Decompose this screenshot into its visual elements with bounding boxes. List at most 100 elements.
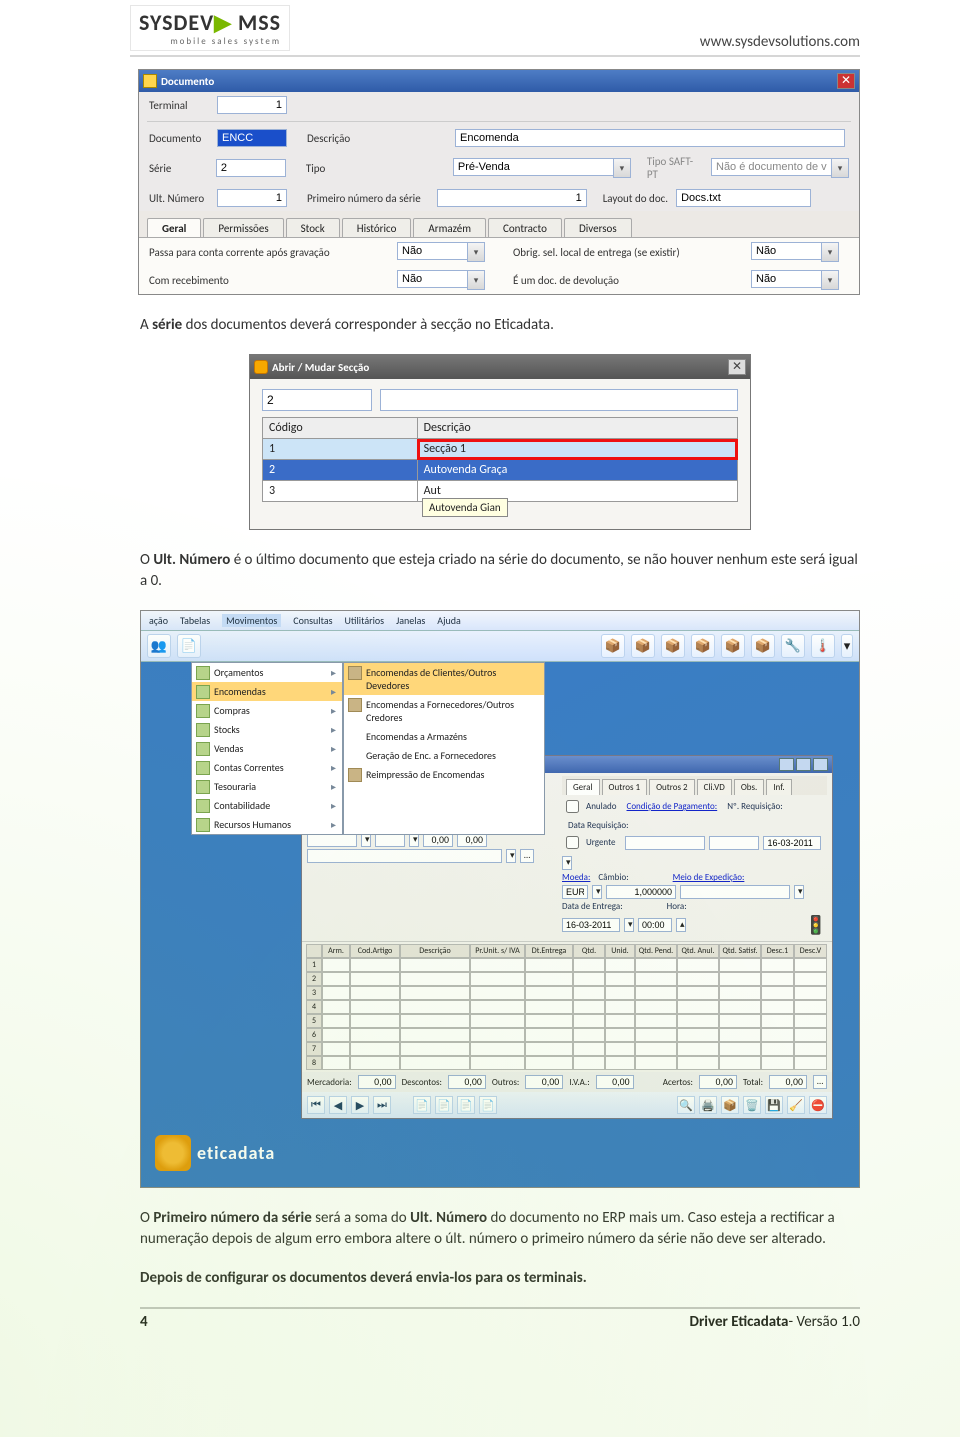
select-opt-d[interactable] [751, 270, 821, 288]
menu-item[interactable]: Reimpressão de Encomendas [344, 765, 544, 784]
input-ultnumero[interactable] [217, 189, 287, 207]
print-icon[interactable]: 🖨️ [699, 1096, 717, 1114]
chevron-down-icon[interactable]: ▾ [506, 849, 516, 863]
tab-geral[interactable]: Geral [147, 218, 201, 237]
tab-diversos[interactable]: Diversos [564, 218, 632, 237]
input-primnumero[interactable] [437, 189, 587, 207]
box-icon[interactable]: 📦 [721, 1096, 739, 1114]
menu-item[interactable]: Ajuda [437, 614, 460, 627]
chevron-down-icon[interactable]: ▾ [592, 885, 602, 899]
chevron-down-icon[interactable]: ▾ [361, 833, 371, 847]
tab-historico[interactable]: Histórico [342, 218, 412, 237]
menu-item[interactable]: ação [149, 614, 168, 627]
input-dreq[interactable] [763, 836, 821, 850]
grid-row[interactable]: 6 [306, 1028, 828, 1042]
menu-item[interactable]: Janelas [396, 614, 425, 627]
menu-item[interactable]: Movimentos [222, 614, 281, 627]
chevron-down-icon[interactable]: ▾ [562, 856, 572, 870]
grid-row[interactable]: 4 [306, 1000, 828, 1014]
menu-item[interactable]: Recursos Humanos [192, 815, 342, 834]
chevron-down-icon[interactable]: ▾ [821, 270, 839, 290]
menu-item[interactable]: Geração de Enc. a Fornecedores [344, 746, 544, 765]
toolbar-icon[interactable]: 📦 [751, 634, 775, 658]
select-opt-b[interactable] [751, 242, 821, 260]
doc-icon[interactable]: 📄 [479, 1096, 497, 1114]
input-cliente[interactable] [307, 833, 357, 847]
toolbar-icon[interactable]: 📦 [721, 634, 745, 658]
chevron-down-icon[interactable]: ▾ [467, 242, 485, 262]
checkbox-urgente[interactable] [566, 836, 579, 849]
close-icon[interactable] [813, 758, 828, 771]
grid-row[interactable]: 5 [306, 1014, 828, 1028]
toolbar-icon[interactable]: 📄 [177, 634, 201, 658]
nav-last-icon[interactable]: ⏭ [373, 1096, 391, 1114]
menu-item[interactable]: Encomendas a Fornecedores/Outros Credore… [344, 695, 544, 727]
menu-item[interactable]: Stocks [192, 720, 342, 739]
input-search-code[interactable] [262, 389, 372, 411]
menu-item[interactable]: Tesouraria [192, 777, 342, 796]
toolbar-icon[interactable]: 📦 [601, 634, 625, 658]
ellipsis-icon[interactable]: … [520, 849, 534, 863]
tab[interactable]: Obs. [734, 779, 764, 795]
tab[interactable]: Cli.VD [697, 779, 732, 795]
chevron-down-icon[interactable]: ▾ [613, 158, 631, 178]
close-icon[interactable]: ✕ [728, 359, 746, 375]
toolbar-icon[interactable]: 👥 [147, 634, 171, 658]
input-descricao[interactable] [455, 129, 845, 147]
input-moeda[interactable] [562, 885, 588, 899]
menu-item[interactable]: Contabilidade [192, 796, 342, 815]
tab[interactable]: Outros 1 [602, 779, 648, 795]
menu-item[interactable]: Encomendas [192, 682, 342, 701]
erase-icon[interactable]: 🧹 [787, 1096, 805, 1114]
tab-armazem[interactable]: Armazém [413, 218, 486, 237]
input-layout[interactable] [676, 189, 811, 207]
input-serie[interactable] [216, 159, 286, 177]
menu-item[interactable]: Consultas [293, 614, 332, 627]
toolbar-icon[interactable]: 📦 [661, 634, 685, 658]
nav-prev-icon[interactable]: ◀ [329, 1096, 347, 1114]
input-cliente-nome[interactable] [307, 849, 502, 863]
menu-item[interactable]: Vendas [192, 739, 342, 758]
ellipsis-icon[interactable]: … [813, 1075, 827, 1089]
grid-row[interactable]: 2 [306, 972, 828, 986]
chevron-down-icon[interactable]: ▾ [624, 918, 634, 932]
toolbar-icon[interactable]: 📦 [631, 634, 655, 658]
table-row[interactable]: 1Secção 1 [263, 439, 738, 460]
delete-icon[interactable]: 🗑️ [743, 1096, 761, 1114]
close-icon[interactable]: ✕ [837, 73, 855, 89]
checkbox-anulado[interactable] [566, 800, 579, 813]
table-row[interactable]: 2Autovenda Graça [263, 460, 738, 481]
select-tipo[interactable] [453, 158, 613, 176]
menu-item[interactable]: Encomendas a Armazéns [344, 727, 544, 746]
doc-icon[interactable]: 📄 [413, 1096, 431, 1114]
menu-item[interactable]: Tabelas [180, 614, 210, 627]
doc-icon[interactable]: 📄 [435, 1096, 453, 1114]
menu-item[interactable]: Orçamentos [192, 663, 342, 682]
input-desc[interactable] [423, 833, 453, 847]
input-hora[interactable] [638, 918, 672, 932]
tab[interactable]: Inf. [766, 779, 791, 795]
grid-row[interactable]: 1 [306, 958, 828, 972]
input-search-desc[interactable] [380, 389, 738, 411]
tab[interactable]: Geral [566, 779, 600, 795]
input-entrega[interactable] [562, 918, 620, 932]
label-cond[interactable]: Condição de Pagamento: [627, 801, 718, 812]
chevron-down-icon[interactable]: ▾ [841, 634, 853, 658]
menu-item[interactable]: Contas Correntes [192, 758, 342, 777]
chevron-down-icon[interactable]: ▾ [409, 833, 419, 847]
menu-item[interactable]: Encomendas de Clientes/Outros Devedores [344, 663, 544, 695]
maximize-icon[interactable] [796, 758, 811, 771]
menu-item[interactable]: Compras [192, 701, 342, 720]
input-exp[interactable] [680, 885, 790, 899]
save-icon[interactable]: 💾 [765, 1096, 783, 1114]
select-opt-c[interactable] [397, 270, 467, 288]
input-cambio[interactable] [606, 885, 676, 899]
input-req[interactable] [709, 836, 759, 850]
input-direccao[interactable] [375, 833, 405, 847]
nav-first-icon[interactable]: ⏮ [307, 1096, 325, 1114]
print-preview-icon[interactable]: 🔍 [677, 1096, 695, 1114]
input-terminal[interactable] [217, 96, 287, 114]
toolbar-icon[interactable]: 📦 [691, 634, 715, 658]
input-descfin[interactable] [457, 833, 487, 847]
select-opt-a[interactable] [397, 242, 467, 260]
